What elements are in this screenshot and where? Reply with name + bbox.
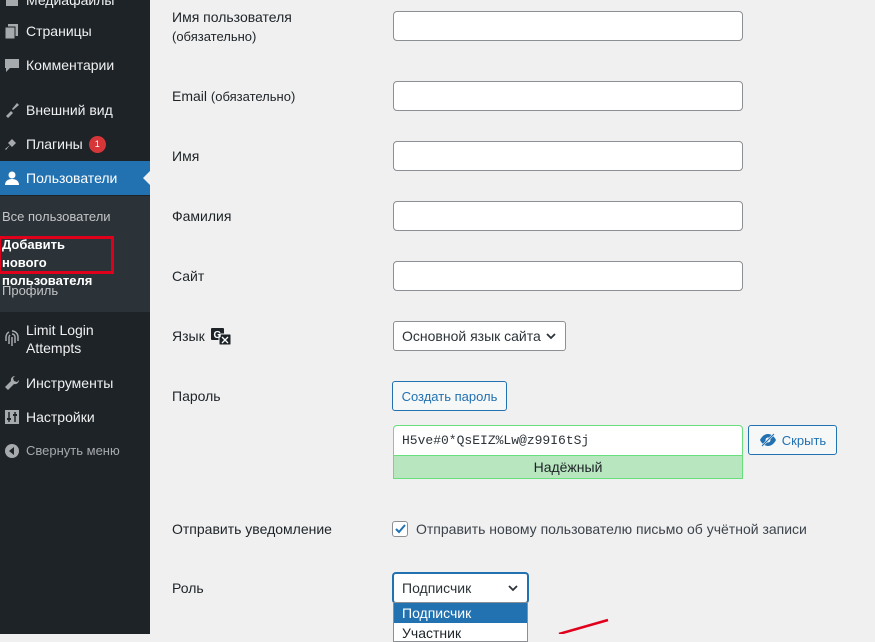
email-label: Email (обязательно) [172, 88, 296, 104]
first-name-label: Имя [172, 148, 200, 164]
update-count-badge: 1 [88, 135, 106, 153]
language-select[interactable]: Основной язык сайта [393, 321, 566, 351]
username-input[interactable] [393, 11, 743, 41]
menu-item-label: Медиафайлы [26, 0, 115, 8]
role-option-contributor[interactable]: Участник [394, 623, 527, 641]
menu-item-users[interactable]: Пользователи [0, 161, 151, 195]
eye-slash-icon [759, 433, 776, 447]
menu-item-label: Пользователи [26, 170, 118, 186]
send-notification-text: Отправить новому пользователю письмо об … [416, 521, 807, 537]
fingerprint-icon [2, 328, 22, 348]
settings-icon [2, 407, 22, 427]
first-name-input[interactable] [393, 141, 743, 171]
submenu-item-profile[interactable]: Профиль [2, 282, 58, 300]
current-menu-arrow [143, 170, 151, 186]
menu-item-label: Limit Login Attempts [26, 322, 94, 356]
plugins-icon [2, 134, 22, 154]
website-input[interactable] [393, 261, 743, 291]
role-dropdown-list: Подписчик Участник [393, 602, 528, 642]
username-label: Имя пользователя (обязательно) [172, 9, 292, 44]
tools-icon [2, 373, 22, 393]
role-select-value: Подписчик [402, 580, 472, 596]
last-name-label: Фамилия [172, 208, 232, 224]
media-icon [2, 0, 22, 10]
password-input[interactable]: H5ve#0*QsEIZ%Lw@z99I6tSj [393, 425, 743, 455]
language-label: Язык G [172, 327, 231, 346]
highlight-frame [0, 236, 114, 274]
role-label: Роль [172, 580, 204, 596]
password-strength-indicator: Надёжный [393, 455, 743, 479]
generate-password-button[interactable]: Создать пароль [392, 381, 507, 411]
hide-password-button[interactable]: Скрыть [748, 425, 837, 455]
send-notification-checkbox[interactable] [392, 521, 408, 537]
red-arrow-annotation [558, 618, 609, 634]
password-label: Пароль [172, 388, 221, 404]
pages-icon [2, 21, 22, 41]
menu-item-pages[interactable]: Страницы [0, 14, 150, 48]
chevron-down-icon [546, 333, 556, 340]
menu-item-label: Настройки [26, 409, 95, 425]
comments-icon [2, 55, 22, 75]
password-value: H5ve#0*QsEIZ%Lw@z99I6tSj [402, 433, 590, 448]
chevron-down-icon [508, 585, 518, 592]
users-icon [2, 168, 22, 188]
menu-item-appearance[interactable]: Внешний вид [0, 93, 150, 127]
menu-item-label: Комментарии [26, 57, 115, 73]
language-select-value: Основной язык сайта [402, 328, 541, 344]
admin-sidebar: Медиафайлы Страницы Комментарии Внешний … [0, 0, 151, 634]
collapse-icon [2, 441, 22, 461]
menu-item-label: Плагины [26, 136, 83, 152]
svg-text:G: G [213, 330, 221, 341]
menu-item-settings[interactable]: Настройки [0, 400, 150, 434]
role-select[interactable]: Подписчик [393, 573, 528, 603]
translation-icon: G [210, 328, 231, 345]
submenu-item-all-users[interactable]: Все пользователи [2, 208, 111, 226]
menu-item-limit-login[interactable]: Limit Login Attempts [0, 321, 150, 361]
appearance-icon [2, 100, 22, 120]
menu-item-tools[interactable]: Инструменты [0, 366, 150, 400]
menu-item-label: Свернуть меню [26, 443, 120, 458]
checkmark-icon [395, 524, 406, 534]
menu-item-label: Страницы [26, 23, 92, 39]
menu-item-plugins[interactable]: Плагины 1 [0, 127, 150, 161]
send-notification-label: Отправить уведомление [172, 521, 332, 537]
last-name-input[interactable] [393, 201, 743, 231]
menu-item-label: Инструменты [26, 375, 114, 391]
menu-item-comments[interactable]: Комментарии [0, 48, 150, 82]
website-label: Сайт [172, 268, 205, 284]
collapse-menu-button[interactable]: Свернуть меню [0, 434, 150, 468]
menu-item-label: Внешний вид [26, 102, 113, 118]
email-input[interactable] [393, 81, 743, 111]
role-option-subscriber[interactable]: Подписчик [394, 603, 527, 623]
hide-password-label: Скрыть [781, 432, 827, 448]
